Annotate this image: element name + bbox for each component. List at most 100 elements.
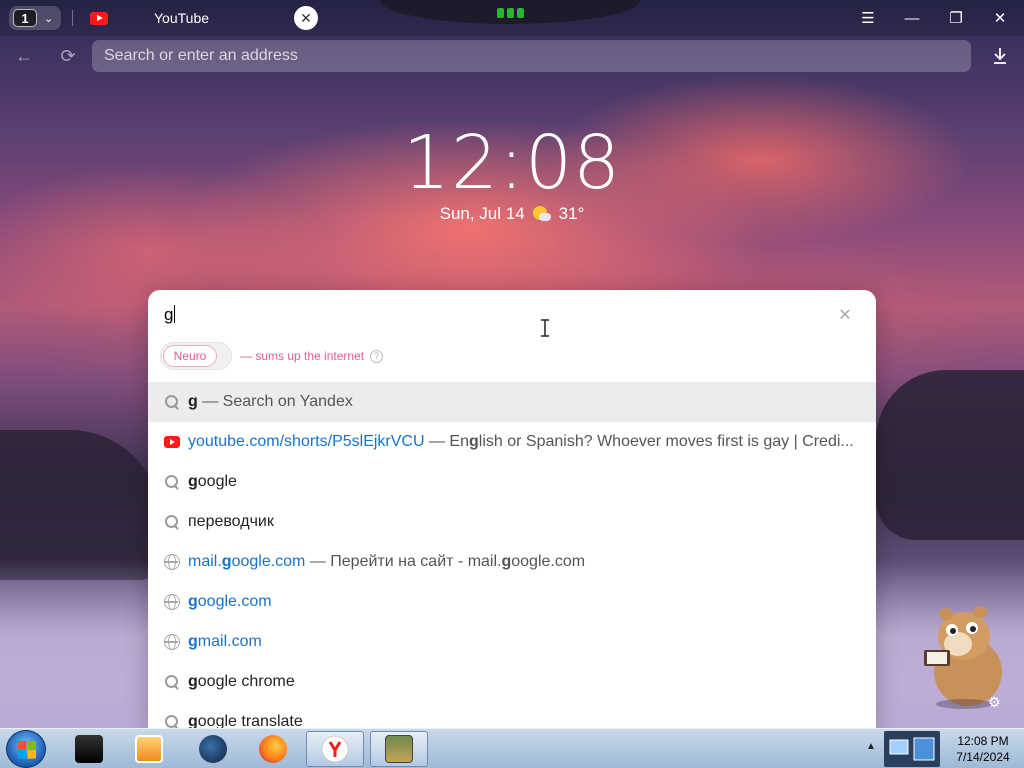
suggestion-desc-post: oogle.com	[511, 553, 586, 570]
taskbar-app-globe[interactable]	[184, 731, 242, 767]
hamburger-icon: ☰	[861, 10, 875, 27]
search-suggest-panel: ✕ Neuro — sums up the internet ? g — Sea…	[148, 290, 876, 730]
suggestion-text: oogle	[197, 473, 237, 490]
ibeam-cursor-icon	[541, 319, 549, 337]
suggestion-link-post: oogle.com	[197, 593, 272, 610]
tab-counter-button[interactable]: 1 ⌄	[9, 6, 61, 30]
reload-button[interactable]: ⟳	[56, 44, 80, 68]
youtube-icon	[164, 436, 180, 448]
address-input[interactable]	[92, 40, 971, 72]
neuro-row: Neuro — sums up the internet ?	[160, 342, 384, 370]
media-player-icon	[135, 735, 163, 763]
suggestion-link-post: oogle.com	[231, 553, 306, 570]
address-bar[interactable]	[92, 40, 971, 72]
search-icon	[164, 674, 180, 690]
suggestion-desc-pre: — Перейти на сайт - mail.	[305, 553, 502, 570]
close-tab-button[interactable]: ✕	[294, 6, 318, 30]
taskbar: ▲ 12:08 PM 7/14/2024	[0, 728, 1024, 768]
device-manager-icon	[75, 735, 103, 763]
suggestion-link-pre: mail.	[188, 553, 222, 570]
text-caret	[174, 305, 175, 323]
arrow-left-icon: ←	[15, 45, 33, 66]
customize-button[interactable]: ⚙	[988, 694, 1006, 712]
reload-icon: ⟳	[60, 45, 76, 66]
youtube-icon	[90, 11, 108, 25]
start-button[interactable]	[6, 730, 46, 768]
taskbar-app-firefox[interactable]	[244, 731, 302, 767]
taskbar-app-yandex-browser[interactable]	[306, 731, 364, 767]
date-weather: Sun, Jul 14 31°	[362, 204, 662, 224]
suggestion-perevodchik[interactable]: переводчик	[148, 502, 876, 542]
clock-time: 12:08	[402, 120, 622, 206]
suggestion-link-post: mail.com	[197, 633, 262, 650]
yandex-browser-icon	[321, 735, 349, 763]
suggestion-youtube-history[interactable]: youtube.com/shorts/P5slEjkrVCU — En g lish…	[148, 422, 876, 462]
date-label: Sun, Jul 14	[439, 204, 525, 223]
suggestion-google-chrome[interactable]: g oogle chrome	[148, 662, 876, 702]
suggestion-mail-google[interactable]: mail. g oogle.com — Перейти на сайт - mail…	[148, 542, 876, 582]
restore-button[interactable]: ❐	[942, 6, 970, 30]
suggestion-link-bold: g	[188, 633, 198, 650]
download-icon	[994, 48, 1006, 64]
search-input[interactable]	[164, 302, 804, 328]
suggestion-link-bold: g	[221, 553, 232, 570]
temperature-label: 31°	[558, 204, 585, 223]
suggestion-google[interactable]: g oogle	[148, 462, 876, 502]
suggestion-desc-post: lish or Spanish? Whoever moves first is …	[478, 433, 854, 450]
suggestion-gmail-com[interactable]: g mail.com	[148, 622, 876, 662]
clear-search-button[interactable]: ✕	[834, 304, 856, 326]
neuro-label: Neuro	[163, 345, 217, 367]
menu-button[interactable]: ☰	[854, 6, 882, 30]
suggestion-desc-pre: — En	[424, 433, 469, 450]
network-monitor-icon	[889, 737, 935, 761]
neuro-toggle[interactable]: Neuro	[160, 342, 232, 370]
tab-bar: 1 ⌄ YouTube ✕ ☰ — ❐ ✕	[0, 0, 1024, 36]
suggestion-google-translate[interactable]: g oogle translate	[148, 702, 876, 730]
weather-sun-cloud-icon	[532, 205, 551, 223]
close-icon: ✕	[838, 307, 852, 324]
taskbar-date: 7/14/2024	[956, 750, 1010, 764]
taskbar-app-sandboxie[interactable]	[370, 731, 428, 767]
system-tray[interactable]	[884, 731, 940, 767]
downloads-button[interactable]	[988, 44, 1012, 68]
suggestion-text: oogle chrome	[197, 673, 295, 690]
help-icon[interactable]: ?	[370, 349, 384, 363]
minimize-icon: —	[904, 9, 920, 27]
suggestion-link-bold: g	[188, 593, 198, 610]
close-window-button[interactable]: ✕	[986, 6, 1014, 30]
globe-icon	[164, 554, 180, 570]
suggestion-bold: g	[188, 393, 198, 410]
taskbar-clock[interactable]: 12:08 PM 7/14/2024	[946, 733, 1020, 765]
suggestion-desc-bold: g	[469, 433, 479, 450]
search-icon	[164, 474, 180, 490]
suggestion-text: — Search on Yandex	[197, 393, 353, 410]
search-icon	[164, 394, 180, 410]
taskbar-time: 12:08 PM	[957, 734, 1009, 748]
suggestion-bold: g	[188, 673, 198, 690]
tray-expand-icon[interactable]: ▲	[866, 741, 876, 752]
tab-divider	[72, 10, 73, 26]
neuro-description: — sums up the internet	[240, 349, 365, 363]
close-icon: ✕	[300, 9, 312, 26]
toolbar: ← ⟳	[0, 38, 1024, 74]
taskbar-app-media-player[interactable]	[120, 731, 178, 767]
search-input-row: ✕	[148, 290, 876, 340]
minimize-button[interactable]: —	[898, 6, 926, 30]
mountain-right	[876, 370, 1024, 540]
suggestion-google-com[interactable]: g oogle.com	[148, 582, 876, 622]
tab-youtube[interactable]: YouTube	[84, 4, 284, 32]
tab-title: YouTube	[154, 10, 210, 26]
suggestion-text: переводчик	[188, 513, 274, 530]
tab-count: 1	[13, 9, 37, 27]
suggestion-bold: g	[188, 473, 198, 490]
restore-icon: ❐	[949, 10, 963, 27]
globe-icon	[164, 634, 180, 650]
suggestion-link: youtube.com/shorts/P5slEjkrVCU	[188, 433, 425, 450]
chevron-down-icon: ⌄	[44, 12, 54, 25]
suggestion-search-yandex[interactable]: g — Search on Yandex	[148, 382, 876, 422]
back-button[interactable]: ←	[12, 44, 36, 68]
taskbar-app-device-manager[interactable]	[60, 731, 118, 767]
suggestion-list: g — Search on Yandex youtube.com/shorts/…	[148, 382, 876, 730]
globe-app-icon	[199, 735, 227, 763]
sliders-icon: ⚙	[988, 694, 1001, 710]
